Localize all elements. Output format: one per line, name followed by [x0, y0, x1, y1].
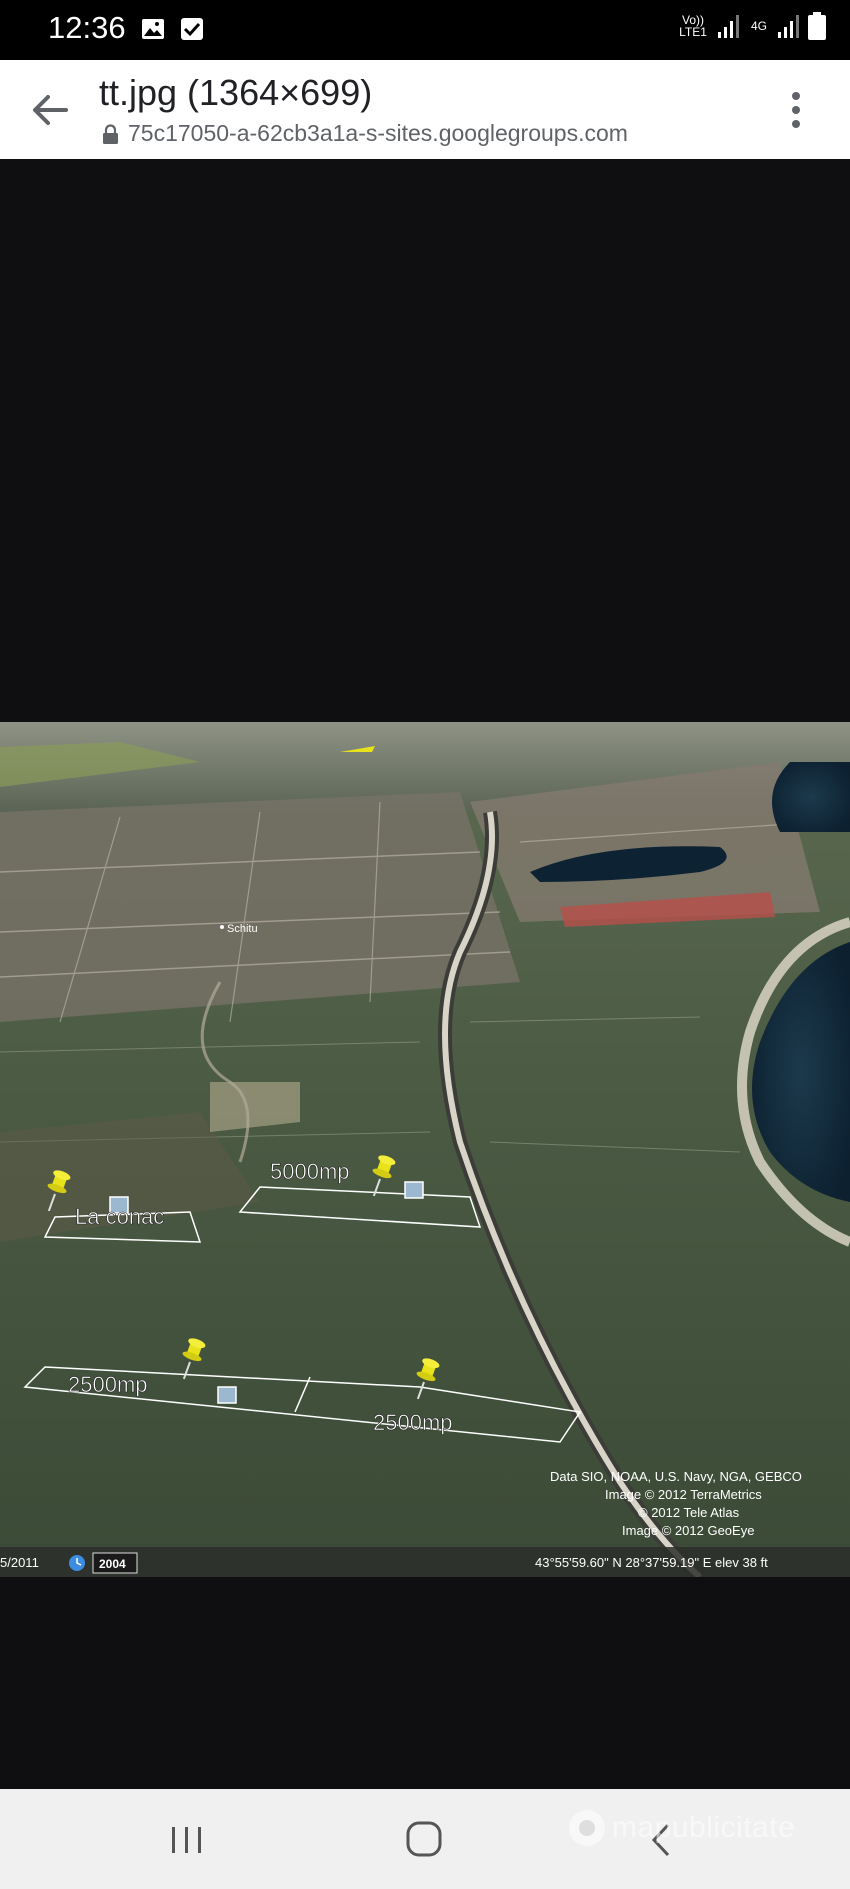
attribution-line: Image © 2012 GeoEye	[622, 1523, 754, 1538]
placemark-label: 5000mp	[270, 1159, 350, 1184]
watermark-text: mapublicitate	[612, 1811, 796, 1844]
battery-icon	[808, 12, 826, 40]
page-title: tt.jpg (1364×699)	[99, 72, 373, 113]
imagery-date: 5/2011	[0, 1555, 39, 1570]
app-bar: tt.jpg (1364×699) 75c17050-a-62cb3a1a-s-…	[0, 60, 850, 159]
network-label-primary: Vo)) LTE1	[679, 13, 707, 39]
watermark: mapublicitate	[568, 1809, 795, 1847]
page-url[interactable]: 75c17050-a-62cb3a1a-s-sites.googlegroups…	[128, 120, 628, 147]
status-bar: 12:36 Vo)) LTE1 4G	[0, 0, 850, 60]
home-icon[interactable]	[400, 1819, 450, 1861]
town-area-west	[0, 792, 520, 1022]
status-right-icons: Vo)) LTE1 4G	[676, 12, 826, 40]
system-nav-bar: mapublicitate	[0, 1789, 850, 1889]
placemark-label: 2500mp	[373, 1410, 453, 1435]
town-label: Schitu	[227, 923, 258, 935]
back-arrow-icon[interactable]	[30, 92, 68, 128]
town-dot	[220, 925, 224, 929]
signal-icon-2	[778, 15, 799, 38]
attribution-line: Data SIO, NOAA, U.S. Navy, NGA, GEBCO	[550, 1469, 802, 1484]
year-badge: 2004	[99, 1557, 126, 1571]
status-time: 12:36	[48, 10, 126, 45]
watermark-logo-icon	[569, 1810, 605, 1846]
network-label-secondary: 4G	[750, 19, 767, 33]
attribution-line: © 2012 Tele Atlas	[638, 1505, 740, 1520]
map-coordinates: 43°55'59.60" N 28°37'59.19" E elev 38 ft	[535, 1555, 768, 1570]
sea-north	[772, 762, 850, 832]
signal-icon	[718, 15, 739, 38]
satellite-map-image[interactable]: Schitu La conac 5000mp 2500mp 2500mp Data S…	[0, 722, 850, 1577]
image-viewer: Schitu La conac 5000mp 2500mp 2500mp Data S…	[0, 159, 850, 1789]
placemark-label: La conac	[75, 1204, 164, 1229]
placemark-label: 2500mp	[68, 1372, 148, 1397]
gallery-icon	[142, 19, 164, 39]
attribution-line: Image © 2012 TerraMetrics	[605, 1487, 762, 1502]
checkbox-icon	[181, 18, 203, 40]
lock-icon	[103, 124, 118, 144]
more-options-icon[interactable]	[780, 88, 812, 132]
recent-apps-icon[interactable]	[162, 1819, 212, 1861]
